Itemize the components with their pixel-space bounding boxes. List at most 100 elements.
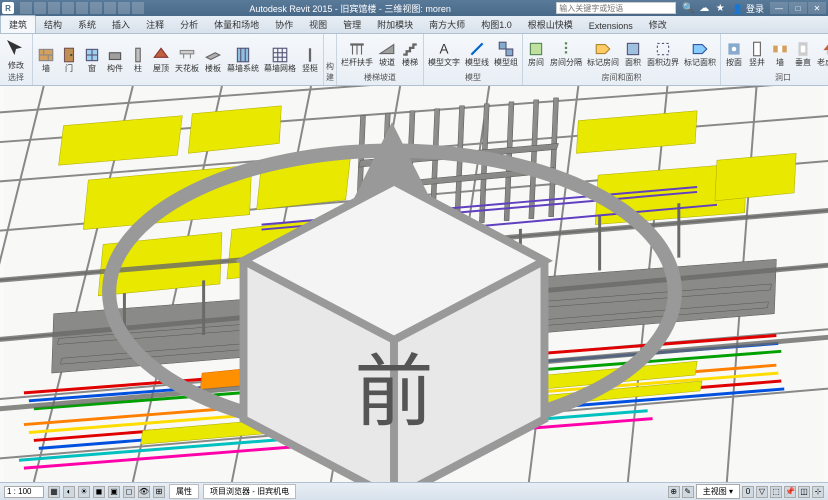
- ribbon-btn-text[interactable]: A模型文字: [426, 39, 462, 68]
- room-icon: [527, 40, 545, 58]
- close-button[interactable]: ✕: [808, 2, 826, 14]
- qat-save-icon[interactable]: [34, 2, 46, 14]
- qat-undo-icon[interactable]: [48, 2, 60, 14]
- filter-icon[interactable]: ▽: [756, 486, 768, 498]
- tagarea-icon: [691, 40, 709, 58]
- ribbon-btn-room[interactable]: 房间: [525, 39, 547, 68]
- ribbon-btn-label: 窗: [88, 65, 96, 73]
- ribbon-btn-ceiling[interactable]: 天花板: [173, 45, 201, 74]
- menu-tab-9[interactable]: 管理: [335, 16, 369, 33]
- view-selector[interactable]: 主视图 ▾: [696, 484, 740, 499]
- hide-icon[interactable]: 👁: [138, 486, 150, 498]
- ribbon-btn-roof[interactable]: 屋顶: [150, 45, 172, 74]
- menu-tab-13[interactable]: 根根山快模: [520, 16, 581, 33]
- menu-tab-4[interactable]: 注释: [138, 16, 172, 33]
- ribbon-btn-vertical[interactable]: 垂直: [792, 39, 814, 68]
- workset-icon[interactable]: ⊕: [668, 486, 680, 498]
- app-icon[interactable]: R: [2, 2, 14, 14]
- ribbon-btn-railing[interactable]: 栏杆扶手: [339, 39, 375, 68]
- ribbon-btn-label: 房间分隔: [550, 59, 582, 67]
- cloud-icon[interactable]: ☁: [698, 2, 710, 14]
- ribbon-btn-line[interactable]: 模型线: [463, 39, 491, 68]
- ribbon-btn-column[interactable]: 柱: [127, 45, 149, 74]
- ribbon-btn-label: 屋顶: [153, 65, 169, 73]
- select-face-icon[interactable]: ◫: [798, 486, 810, 498]
- ribbon-btn-door[interactable]: 门: [58, 45, 80, 74]
- qat-sync-icon[interactable]: [90, 2, 102, 14]
- ribbon-btn-area[interactable]: 面积: [622, 39, 644, 68]
- editable-icon[interactable]: ✎: [682, 486, 694, 498]
- ribbon-btn-stair[interactable]: 楼梯: [399, 39, 421, 68]
- ribbon-btn-ramp[interactable]: 坡道: [376, 39, 398, 68]
- ribbon-btn-label: 竖井: [749, 59, 765, 67]
- status-bar: ▦ ◐ ☀ ◼ ▣ ◻ 👁 ⊞ 属性 项目浏览器 - 旧宾机电 ⊕ ✎ 主视图 …: [0, 482, 828, 500]
- qat-redo-icon[interactable]: [62, 2, 74, 14]
- area-icon: [624, 40, 642, 58]
- qat-measure-icon[interactable]: [104, 2, 116, 14]
- ribbon-btn-dormer[interactable]: 老虎窗: [815, 39, 828, 68]
- qat-print-icon[interactable]: [76, 2, 88, 14]
- ribbon-btn-cursor[interactable]: 修改: [2, 36, 30, 71]
- menu-tab-11[interactable]: 南方大师: [421, 16, 473, 33]
- crop-region-icon[interactable]: ◻: [123, 486, 135, 498]
- ribbon-btn-shaft[interactable]: 竖井: [746, 39, 768, 68]
- window-controls: — □ ✕: [770, 2, 826, 14]
- ribbon-btn-separator[interactable]: 房间分隔: [548, 39, 584, 68]
- viewport-3d[interactable]: 前: [0, 86, 828, 482]
- shadows-icon[interactable]: ◼: [93, 486, 105, 498]
- select-pinned-icon[interactable]: 📌: [784, 486, 796, 498]
- ribbon-btn-tag[interactable]: 标记房间: [585, 39, 621, 68]
- menu-tab-10[interactable]: 附加模块: [369, 16, 421, 33]
- menu-tab-8[interactable]: 视图: [301, 16, 335, 33]
- ribbon-btn-component[interactable]: 构件: [104, 45, 126, 74]
- ribbon-btn-floor[interactable]: 楼板: [202, 45, 224, 74]
- ribbon-btn-mullion[interactable]: 竖梃: [299, 45, 321, 74]
- search-input[interactable]: [556, 2, 676, 14]
- drag-icon[interactable]: ⊹: [812, 486, 824, 498]
- menu-tab-7[interactable]: 协作: [267, 16, 301, 33]
- qat-dim-icon[interactable]: [118, 2, 130, 14]
- ribbon-btn-wall[interactable]: 墙: [35, 45, 57, 74]
- detail-level-icon[interactable]: ▦: [48, 486, 60, 498]
- menu-tab-15[interactable]: 修改: [641, 16, 675, 33]
- curtain-icon: [234, 46, 252, 64]
- ribbon-btn-curtain[interactable]: 幕墙系统: [225, 45, 261, 74]
- properties-tab[interactable]: 属性: [169, 484, 199, 499]
- column-icon: [129, 46, 147, 64]
- view-cube[interactable]: 前: [0, 134, 808, 482]
- ribbon-btn-window[interactable]: 窗: [81, 45, 103, 74]
- menu-tab-0[interactable]: 建筑: [0, 15, 36, 33]
- ribbon-btn-label: 楼梯: [402, 59, 418, 67]
- ribbon-btn-boundary[interactable]: 面积边界: [645, 39, 681, 68]
- scale-input[interactable]: [4, 486, 44, 498]
- ribbon-btn-group[interactable]: 模型组: [492, 39, 520, 68]
- menu-tab-12[interactable]: 构图1.0: [473, 16, 520, 33]
- project-browser-tab[interactable]: 项目浏览器 - 旧宾机电: [203, 484, 296, 499]
- menu-tab-1[interactable]: 结构: [36, 16, 70, 33]
- login-button[interactable]: 👤 登录: [732, 2, 764, 15]
- ribbon-group-2: 构建: [324, 34, 337, 85]
- ribbon-btn-label: 模型文字: [428, 59, 460, 67]
- ribbon-btn-grid[interactable]: 幕墙网格: [262, 45, 298, 74]
- menu-tab-6[interactable]: 体量和场地: [206, 16, 267, 33]
- visual-style-icon[interactable]: ◐: [63, 486, 75, 498]
- ribbon-btn-byface[interactable]: 按面: [723, 39, 745, 68]
- menu-tab-14[interactable]: Extensions: [581, 19, 641, 33]
- reveal-icon[interactable]: ⊞: [153, 486, 165, 498]
- crop-icon[interactable]: ▣: [108, 486, 120, 498]
- menu-tab-3[interactable]: 插入: [104, 16, 138, 33]
- star-icon[interactable]: ★: [714, 2, 726, 14]
- cursor-icon: [4, 37, 28, 61]
- maximize-button[interactable]: □: [789, 2, 807, 14]
- sun-path-icon[interactable]: ☀: [78, 486, 90, 498]
- qat-open-icon[interactable]: [20, 2, 32, 14]
- select-link-icon[interactable]: ⬚: [770, 486, 782, 498]
- qat-tag-icon[interactable]: [132, 2, 144, 14]
- menu-tab-5[interactable]: 分析: [172, 16, 206, 33]
- ribbon-btn-label: 面积: [625, 59, 641, 67]
- menu-tab-2[interactable]: 系统: [70, 16, 104, 33]
- ribbon-btn-tagarea[interactable]: 标记面积: [682, 39, 718, 68]
- minimize-button[interactable]: —: [770, 2, 788, 14]
- ribbon-btn-wallcut[interactable]: 墙: [769, 39, 791, 68]
- search-icon[interactable]: 🔍: [682, 2, 694, 14]
